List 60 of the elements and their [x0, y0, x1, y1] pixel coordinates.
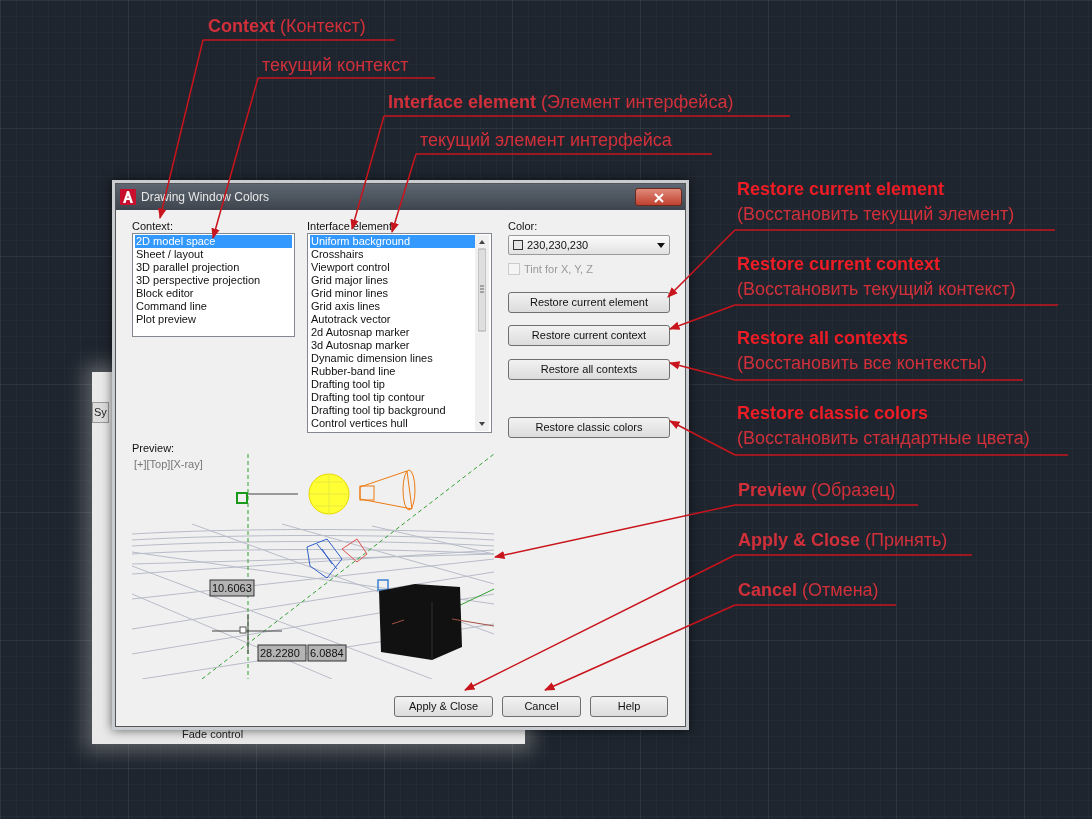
interface-element-item[interactable]: Crosshairs — [310, 248, 475, 261]
color-dropdown[interactable]: 230,230,230 — [508, 235, 670, 255]
dimension-value-tooltip: 10.6063 — [209, 579, 255, 596]
context-list-item[interactable]: Plot preview — [135, 313, 292, 326]
dropdown-caret-icon — [657, 242, 665, 248]
annotation-title: Restore all contexts — [737, 327, 910, 349]
annotation-translation: (Восстановить все контексты) — [737, 352, 987, 374]
preview-label: Preview: — [132, 440, 176, 455]
tab-label[interactable]: Sy — [92, 402, 109, 423]
context-list-item[interactable]: 3D parallel projection — [135, 261, 292, 274]
interface-element-item[interactable]: Rubber-band line — [310, 365, 475, 378]
annotation-title: Restore current context — [737, 253, 942, 275]
annotation-label: текущий контекст — [262, 54, 409, 76]
dimension-value-tooltip: 28.2280 — [257, 644, 307, 661]
close-icon — [653, 192, 664, 203]
restore-button[interactable]: Restore current context — [508, 324, 670, 346]
field-label: Fade control — [182, 726, 244, 742]
interface-element-list[interactable] — [307, 233, 492, 433]
interface-element-item[interactable]: Viewport control — [310, 261, 475, 274]
context-label: Context: — [132, 219, 174, 233]
context-list-item[interactable]: Sheet / layout — [135, 248, 292, 261]
annotation-label: текущий элемент интерфейса — [420, 129, 672, 151]
restore-button[interactable]: Restore current element — [508, 291, 670, 313]
context-list-item[interactable]: Command line — [135, 300, 292, 313]
close-button[interactable] — [635, 188, 682, 206]
interface-element-item[interactable]: Grid axis lines — [310, 300, 475, 313]
annotation-title: Restore classic colors — [737, 402, 930, 424]
annotation-label: Context (Контекст) — [208, 15, 366, 37]
interface-element-item[interactable]: 2d Autosnap marker — [310, 326, 475, 339]
color-swatch — [513, 240, 523, 250]
annotation-label: Interface element (Элемент интерфейса) — [388, 91, 734, 113]
color-label: Color: — [508, 219, 539, 233]
interface-element-item[interactable]: Dynamic dimension lines — [310, 352, 475, 365]
context-list-item[interactable]: 3D perspective projection — [135, 274, 292, 287]
interface-element-item[interactable]: Drafting tool tip background — [310, 404, 475, 417]
context-list[interactable]: 2D model space Sheet / layout 3D parallel projection 3D perspective projection Block editor Command line Plot preview — [132, 233, 295, 337]
interface-element-item[interactable]: Drafting tool tip — [310, 378, 475, 391]
annotation-label: Preview (Образец) — [738, 479, 896, 501]
dialog-button[interactable]: Help — [590, 695, 668, 717]
annotation-label: Cancel (Отмена) — [738, 579, 879, 601]
app-logo-icon — [120, 189, 136, 205]
annotation-label: Apply & Close (Принять) — [738, 529, 948, 551]
interface-element-item[interactable]: Drafting tool tip contour — [310, 391, 475, 404]
annotation-translation: (Восстановить текущий элемент) — [737, 203, 1015, 225]
dimension-value-tooltip: 6.0884 — [307, 644, 347, 661]
viewport-label[interactable]: [+][Top][X-ray] — [134, 457, 203, 470]
restore-button[interactable]: Restore all contexts — [508, 358, 670, 380]
tint-label: Tint for X, Y, Z — [524, 262, 593, 277]
annotation-translation: (Восстановить текущий контекст) — [737, 278, 1016, 300]
interface-element-item[interactable]: 3d Autosnap marker — [310, 339, 475, 352]
dialog-button[interactable]: Apply & Close — [394, 695, 493, 717]
annotation-translation: (Восстановить стандартные цвета) — [737, 427, 1030, 449]
context-list-item[interactable]: Block editor — [135, 287, 292, 300]
interface-element-item[interactable]: Grid major lines — [310, 274, 475, 287]
interface-element-item[interactable]: Control vertices hull — [310, 417, 475, 430]
restore-button[interactable]: Restore classic colors — [508, 416, 670, 438]
dialog-button[interactable]: Cancel — [502, 695, 581, 717]
annotation-title: Restore current element — [737, 178, 946, 200]
interface-element-item[interactable]: Autotrack vector — [310, 313, 475, 326]
interface-element-item[interactable]: Grid minor lines — [310, 287, 475, 300]
